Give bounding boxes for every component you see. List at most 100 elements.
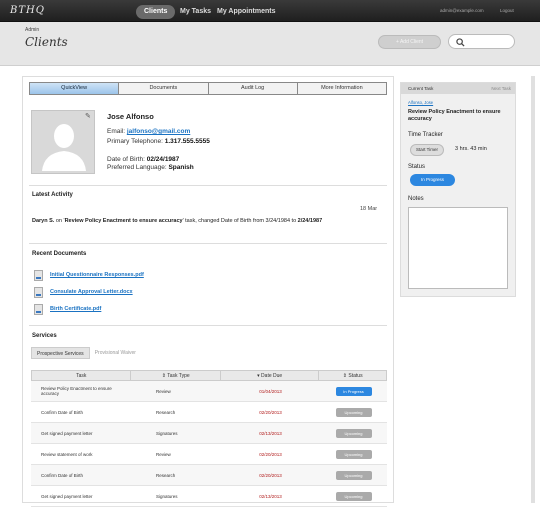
tab-prospective-services[interactable]: Prospective Services (31, 347, 90, 359)
activity-date: 18 Mar (360, 206, 378, 212)
phone-label: Primary Telephone: (107, 138, 163, 145)
nav-clients[interactable]: Clients (136, 5, 176, 19)
pdf-file-icon (34, 303, 43, 315)
phone-line: Primary Telephone: 1.317.555.5555 (107, 138, 210, 145)
status-button[interactable]: Upcoming (335, 428, 372, 438)
current-task-name: Review Policy Enactment to ensure accura… (408, 109, 501, 122)
task-type-cell: Signatures (156, 493, 178, 499)
client-name: Jose Alfonso (107, 112, 154, 121)
start-timer-button[interactable]: Start Timer (410, 144, 444, 156)
document-item[interactable]: Consulate Approval Letter.docx (34, 286, 133, 298)
services-tabs: Prospective Services Provisional Waiver (31, 347, 141, 359)
table-body: Review Policy Enactment to ensure accura… (31, 381, 387, 507)
task-type-cell: Review (156, 388, 171, 394)
status-button[interactable]: Upcoming (335, 449, 372, 459)
document-link[interactable]: Consulate Approval Letter.docx (50, 289, 133, 295)
search-icon (456, 38, 465, 47)
page-header: Admin Clients + Add Client (0, 22, 540, 66)
status-cell: Upcoming (320, 491, 387, 501)
divider (29, 243, 387, 244)
table-row[interactable]: Confirm Date of Birth Research 02/20/2013 U… (31, 465, 387, 486)
table-row[interactable]: Review statement of work Review 02/20/2013… (31, 444, 387, 465)
column-header-task-type[interactable]: ⇕ Task Type (131, 371, 221, 380)
pdf-file-icon (34, 269, 43, 281)
edit-pencil-icon[interactable]: ✎ (85, 112, 91, 120)
activity-task: Review Policy Enactment to ensure accura… (64, 218, 183, 224)
status-label: Status (408, 164, 426, 170)
column-header-date-due[interactable]: ▾ Date Due (221, 371, 320, 380)
status-button[interactable]: In Progress (335, 386, 372, 396)
task-type-cell: Signatures (156, 430, 178, 436)
search-input[interactable] (448, 34, 515, 49)
add-client-button[interactable]: + Add Client (378, 35, 441, 49)
next-task-link[interactable]: Next Task (491, 83, 511, 94)
tab-quickview[interactable]: QuickView (30, 83, 120, 94)
document-item[interactable]: Birth Certificate.pdf (34, 303, 101, 315)
column-header-status[interactable]: ⇕ Status (319, 371, 386, 380)
dob-line: Date of Birth: 02/24/1987 (107, 156, 179, 163)
task-cell: Get signed payment letter (41, 430, 93, 436)
table-row[interactable]: Review Policy Enactment to ensure accura… (31, 381, 387, 402)
status-button[interactable]: Upcoming (335, 491, 372, 501)
notes-label: Notes (408, 196, 424, 202)
app-logo[interactable]: BTHQ (10, 5, 45, 16)
task-cell: Confirm Date of Birth (41, 472, 84, 478)
activity-user: Daryn S. (32, 218, 55, 224)
table-row[interactable]: Confirm Date of Birth Research 02/20/2013 U… (31, 402, 387, 423)
activity-entry: Daryn S. on 'Review Policy Enactment to … (32, 217, 332, 226)
activity-new-dob: 2/24/1987 (297, 218, 323, 224)
document-link[interactable]: Birth Certificate.pdf (50, 306, 101, 312)
activity-text-2: ' task, changed Date of Birth from 3/24/… (182, 218, 298, 224)
date-due-cell: 02/13/2013 (259, 493, 282, 499)
status-button[interactable]: Upcoming (335, 407, 372, 417)
table-row[interactable]: Get signed payment letter Signatures 02/13… (31, 486, 387, 507)
dob-label: Date of Birth: (107, 156, 145, 163)
email-link[interactable]: jalfonso@gmail.com (127, 128, 190, 135)
nav-my-tasks[interactable]: My Tasks (180, 5, 211, 19)
status-cell: Upcoming (320, 428, 387, 438)
dob-value: 02/24/1987 (146, 156, 180, 163)
language-value: Spanish (168, 164, 194, 171)
breadcrumb[interactable]: Admin (25, 27, 39, 33)
notes-textarea[interactable] (408, 207, 508, 289)
task-cell: Get signed payment letter (41, 493, 93, 499)
tab-more-information[interactable]: More Information (298, 83, 386, 94)
table-header: Task ⇕ Task Type ▾ Date Due ⇕ Status (31, 370, 387, 381)
status-button[interactable]: Upcoming (335, 470, 372, 480)
document-item[interactable]: Initial Questionnaire Responses.pdf (34, 269, 144, 281)
activity-text: on ' (54, 218, 65, 224)
tasks-table: Task ⇕ Task Type ▾ Date Due ⇕ Status Rev… (31, 370, 387, 507)
page-title: Clients (25, 35, 68, 49)
services-title: Services (32, 333, 57, 339)
recent-documents-title: Recent Documents (32, 251, 87, 257)
language-label: Preferred Language: (107, 164, 167, 171)
current-task-title: Current Task (408, 86, 434, 91)
column-header-label: Date Due (261, 373, 283, 379)
column-header-label: Status (348, 373, 363, 379)
user-email[interactable]: admin@example.com (440, 8, 484, 13)
doc-file-icon (34, 286, 43, 298)
scrollbar[interactable] (531, 76, 535, 503)
column-header-task[interactable]: Task (32, 371, 132, 380)
current-task-header: Current Task Next Task (401, 83, 515, 94)
logout-link[interactable]: Logout (500, 8, 514, 13)
tab-documents[interactable]: Documents (119, 83, 209, 94)
status-badge[interactable]: In Progress (410, 174, 455, 186)
tab-audit-log[interactable]: Audit Log (209, 83, 298, 94)
date-due-cell: 02/20/2013 (259, 451, 282, 457)
nav-my-appointments[interactable]: My Appointments (217, 5, 275, 19)
task-type-cell: Research (156, 472, 176, 478)
column-header-label: Task Type (167, 373, 190, 379)
task-cell: Review statement of work (41, 451, 93, 457)
email-label: Email: (107, 128, 126, 135)
phone-value: 1.317.555.5555 (164, 138, 210, 145)
task-cell: Confirm Date of Birth (41, 409, 84, 415)
tab-provisional-waiver[interactable]: Provisional Waiver (90, 347, 141, 359)
client-tabs: QuickView Documents Audit Log More Infor… (29, 82, 387, 95)
table-row[interactable]: Get signed payment letter Signatures 02/13… (31, 423, 387, 444)
person-silhouette-icon (42, 124, 86, 171)
document-link[interactable]: Initial Questionnaire Responses.pdf (50, 272, 144, 278)
status-cell: Upcoming (320, 449, 387, 459)
task-type-cell: Research (156, 409, 176, 415)
assignee-link[interactable]: Alfonso, Jose (408, 100, 433, 105)
